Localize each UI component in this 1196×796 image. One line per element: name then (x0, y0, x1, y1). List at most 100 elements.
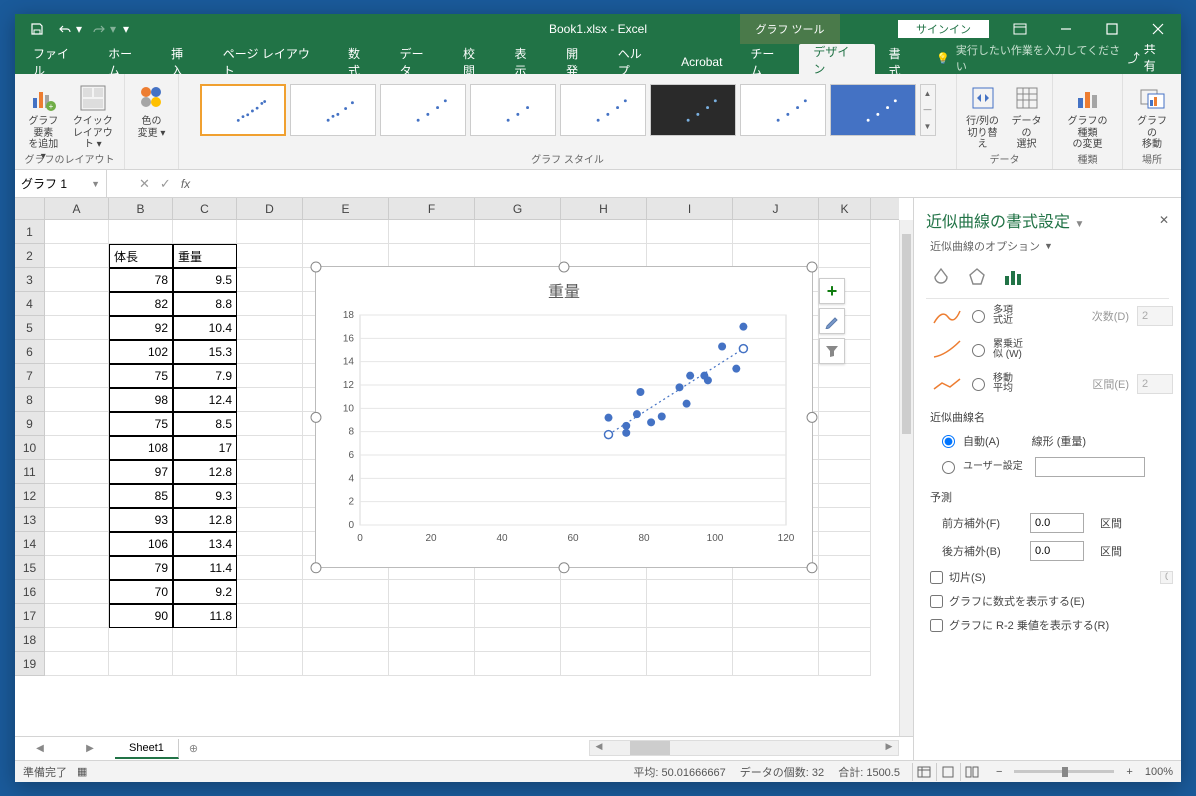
cell[interactable] (561, 652, 647, 676)
cell[interactable]: 12.4 (173, 388, 237, 412)
cell[interactable]: 75 (109, 412, 173, 436)
backward-input[interactable] (1030, 541, 1084, 561)
cell[interactable] (733, 220, 819, 244)
tab-ホーム[interactable]: ホーム (94, 50, 157, 74)
cell[interactable] (819, 364, 871, 388)
cell[interactable] (303, 244, 389, 268)
tab-ヘルプ[interactable]: ヘルプ (604, 50, 667, 74)
cell[interactable] (647, 580, 733, 604)
cell[interactable]: 78 (109, 268, 173, 292)
cell[interactable] (237, 652, 303, 676)
cell[interactable]: 15.3 (173, 340, 237, 364)
cell[interactable] (237, 628, 303, 652)
cell[interactable] (45, 580, 109, 604)
cell[interactable]: 93 (109, 508, 173, 532)
tab-データ[interactable]: データ (386, 50, 449, 74)
cell[interactable] (45, 244, 109, 268)
cell[interactable] (45, 412, 109, 436)
page-break-view-icon[interactable] (960, 763, 984, 781)
cell[interactable] (819, 388, 871, 412)
cell[interactable] (561, 244, 647, 268)
macro-record-icon[interactable]: ▦ (77, 765, 87, 778)
sheet-nav-first-icon[interactable]: ◀ (36, 743, 44, 754)
chart-styles-brush-icon[interactable] (819, 308, 845, 334)
normal-view-icon[interactable] (912, 763, 936, 781)
cell[interactable] (819, 604, 871, 628)
qat-customize-icon[interactable]: ▾ (119, 17, 133, 41)
col-header-J[interactable]: J (733, 198, 819, 219)
cell[interactable] (237, 460, 303, 484)
cell[interactable]: 17 (173, 436, 237, 460)
cell[interactable]: 85 (109, 484, 173, 508)
chart-style-2[interactable] (290, 84, 376, 136)
col-header-A[interactable]: A (45, 198, 109, 219)
share-button[interactable]: 共有 (1144, 40, 1167, 74)
cell[interactable] (819, 508, 871, 532)
cell[interactable] (819, 412, 871, 436)
cell[interactable] (819, 556, 871, 580)
cell[interactable] (237, 268, 303, 292)
zoom-slider[interactable] (1014, 770, 1114, 773)
cell[interactable] (819, 484, 871, 508)
cell[interactable] (819, 628, 871, 652)
cell[interactable] (389, 604, 475, 628)
chart-style-3[interactable] (380, 84, 466, 136)
cell[interactable] (561, 628, 647, 652)
row-header-13[interactable]: 13 (15, 508, 44, 532)
cell[interactable] (237, 412, 303, 436)
cell[interactable] (45, 628, 109, 652)
cell[interactable]: 体長 (109, 244, 173, 268)
cell[interactable] (45, 220, 109, 244)
cell[interactable]: 9.2 (173, 580, 237, 604)
row-header-18[interactable]: 18 (15, 628, 44, 652)
minimize-icon[interactable] (1043, 14, 1089, 44)
cell[interactable] (561, 604, 647, 628)
cell[interactable] (389, 628, 475, 652)
row-header-4[interactable]: 4 (15, 292, 44, 316)
cell[interactable]: 11.4 (173, 556, 237, 580)
change-colors-button[interactable]: 色の 変更 ▾ (131, 80, 173, 141)
cell[interactable] (819, 532, 871, 556)
cell[interactable]: 8.8 (173, 292, 237, 316)
cell[interactable]: 92 (109, 316, 173, 340)
page-layout-view-icon[interactable] (936, 763, 960, 781)
cell[interactable]: 12.8 (173, 460, 237, 484)
cell[interactable] (45, 652, 109, 676)
tab-表示[interactable]: 表示 (501, 50, 553, 74)
sheet-tab-1[interactable]: Sheet1 (115, 739, 179, 759)
intercept-checkbox[interactable] (930, 571, 943, 584)
cell[interactable] (237, 556, 303, 580)
cell[interactable] (647, 604, 733, 628)
row-header-14[interactable]: 14 (15, 532, 44, 556)
cell[interactable]: 重量 (173, 244, 237, 268)
cell[interactable] (303, 652, 389, 676)
cell[interactable] (647, 628, 733, 652)
cell[interactable]: 106 (109, 532, 173, 556)
row-header-3[interactable]: 3 (15, 268, 44, 292)
name-box-dropdown-icon[interactable]: ▼ (91, 179, 100, 189)
row-header-1[interactable]: 1 (15, 220, 44, 244)
sheet-nav-last-icon[interactable]: ▶ (86, 743, 94, 754)
col-header-G[interactable]: G (475, 198, 561, 219)
cell[interactable] (109, 652, 173, 676)
embedded-chart[interactable]: 重量 024681012141618020406080100120 (315, 266, 813, 568)
cell[interactable] (45, 604, 109, 628)
cell[interactable] (389, 580, 475, 604)
cell[interactable] (45, 316, 109, 340)
cell[interactable] (237, 316, 303, 340)
col-header-E[interactable]: E (303, 198, 389, 219)
cell[interactable] (733, 652, 819, 676)
row-header-9[interactable]: 9 (15, 412, 44, 436)
cell[interactable]: 108 (109, 436, 173, 460)
chart-style-6[interactable] (650, 84, 736, 136)
cell[interactable] (475, 604, 561, 628)
cell[interactable] (109, 220, 173, 244)
move-chart-button[interactable]: グラフの 移動 (1129, 80, 1175, 153)
cell[interactable]: 13.4 (173, 532, 237, 556)
tab-チーム[interactable]: チーム (736, 50, 799, 74)
cell[interactable] (819, 580, 871, 604)
auto-name-radio[interactable] (942, 435, 955, 448)
tab-開発[interactable]: 開発 (552, 50, 604, 74)
zoom-level[interactable]: 100% (1145, 766, 1173, 778)
cell[interactable] (475, 220, 561, 244)
